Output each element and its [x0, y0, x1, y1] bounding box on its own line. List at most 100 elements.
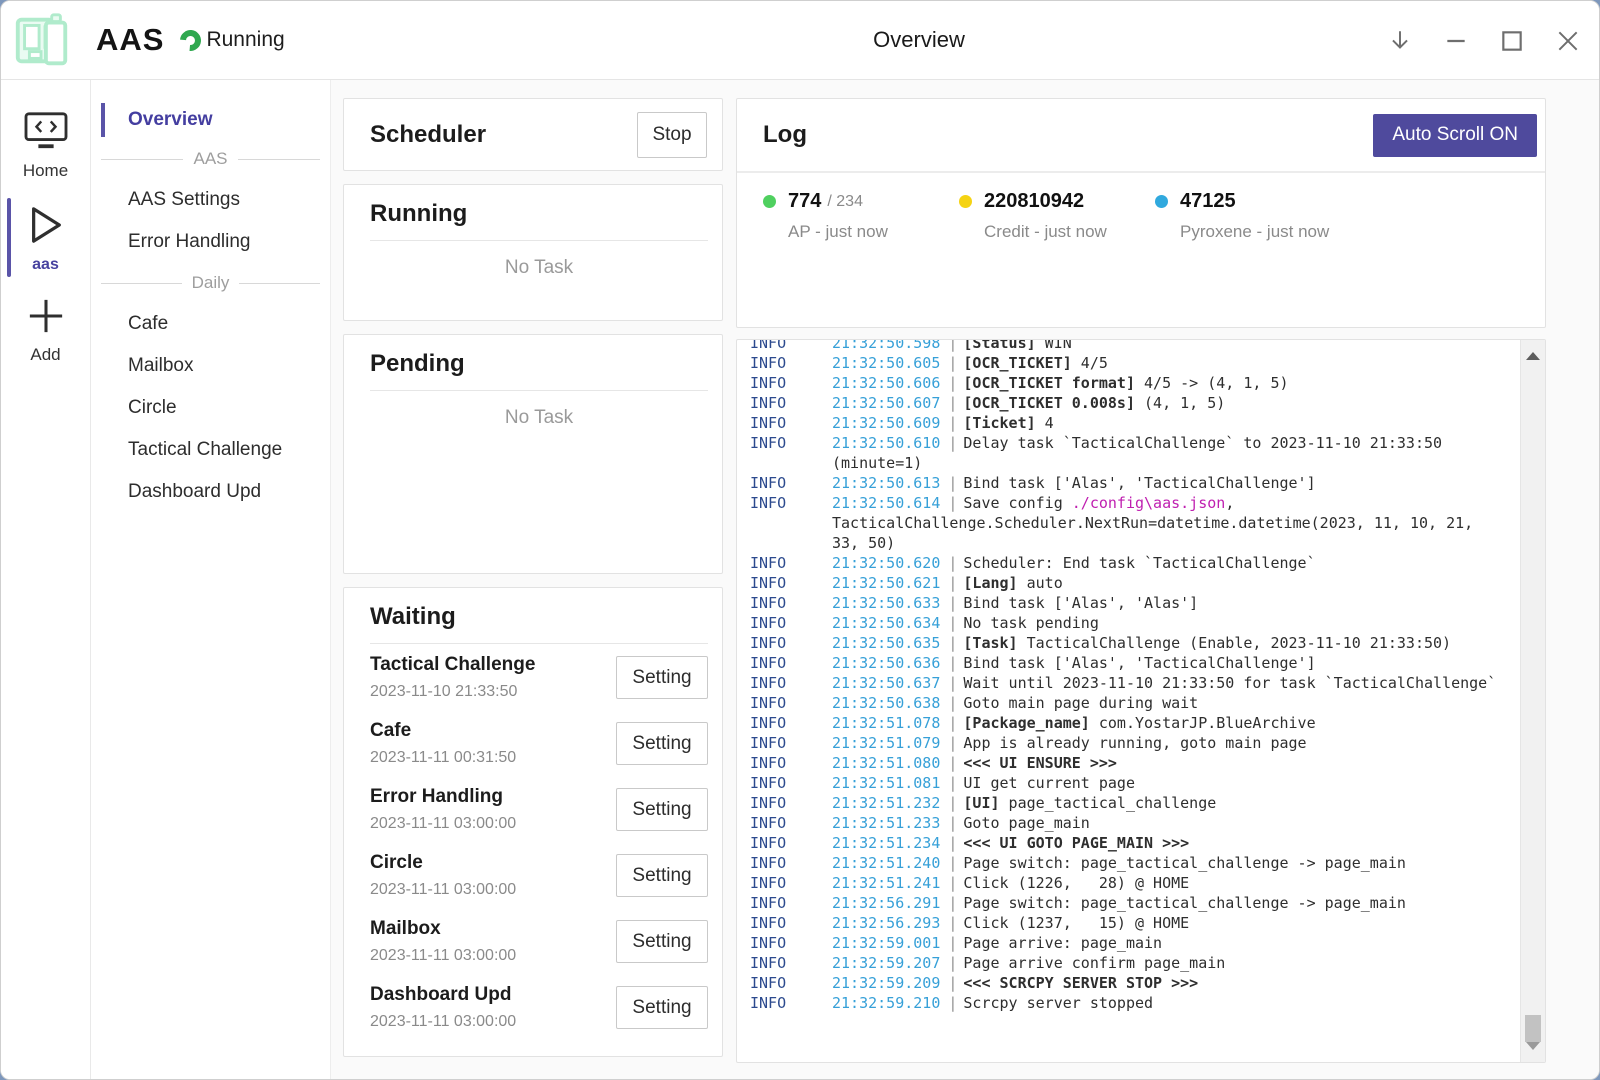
- rail-item-home[interactable]: Home: [1, 101, 90, 194]
- close-icon[interactable]: [1555, 28, 1581, 54]
- log-message-part: <<< SCRCPY SERVER STOP >>>: [963, 974, 1198, 992]
- log-line: INFO21:32:50.633|Bind task ['Alas', 'Ala…: [750, 593, 1508, 613]
- log-message-part: Goto page_main: [963, 814, 1089, 832]
- setting-button-circle[interactable]: Setting: [616, 854, 708, 897]
- log-message-part: page_tactical_challenge: [1000, 794, 1217, 812]
- log-separator: |: [948, 914, 957, 932]
- nav-item-error-handling[interactable]: Error Handling: [91, 221, 330, 263]
- log-timestamp: 21:32:59.209: [832, 974, 940, 992]
- log-line: INFO21:32:51.241|Click (1226, 28) @ HOME: [750, 873, 1508, 893]
- stat-top: 220810942: [959, 190, 1155, 213]
- setting-button-tactical-challenge[interactable]: Setting: [616, 656, 708, 699]
- log-message-part: ./config\aas.json: [1072, 494, 1226, 512]
- log-timestamp: 21:32:51.234: [832, 834, 940, 852]
- log-level: INFO: [750, 813, 786, 833]
- log-separator: |: [948, 834, 957, 852]
- log-line: INFO21:32:50.634|No task pending: [750, 613, 1508, 633]
- log-line: INFO21:32:50.635|[Task] TacticalChalleng…: [750, 633, 1508, 653]
- log-level: INFO: [750, 573, 786, 593]
- log-line: INFO21:32:51.080|<<< UI ENSURE >>>: [750, 753, 1508, 773]
- setting-button-mailbox[interactable]: Setting: [616, 920, 708, 963]
- app-logo-icon: [11, 9, 73, 71]
- log-header-card: Log Auto Scroll ON 774/ 234AP - just now…: [736, 98, 1546, 328]
- log-timestamp: 21:32:59.207: [832, 954, 940, 972]
- auto-scroll-button[interactable]: Auto Scroll ON: [1373, 114, 1537, 157]
- minimize-icon[interactable]: [1443, 28, 1469, 54]
- nav-item-tactical-challenge[interactable]: Tactical Challenge: [91, 429, 330, 471]
- maximize-icon[interactable]: [1499, 28, 1525, 54]
- window-controls: [1387, 1, 1581, 80]
- log-timestamp: 21:32:51.232: [832, 794, 940, 812]
- log-timestamp: 21:32:50.598: [832, 339, 940, 352]
- log-stats: 774/ 234AP - just now220810942Credit - j…: [737, 173, 1545, 242]
- log-message-part: TacticalChallenge (Enable, 2023-11-10 21…: [1018, 634, 1451, 652]
- log-timestamp: 21:32:50.633: [832, 594, 940, 612]
- nav-item-dashboard-upd[interactable]: Dashboard Upd: [91, 471, 330, 513]
- scrollbar-thumb[interactable]: [1525, 1015, 1541, 1042]
- log-line: INFO21:32:56.293|Click (1237, 15) @ HOME: [750, 913, 1508, 933]
- scroll-up-icon[interactable]: [1526, 352, 1540, 360]
- log-message-part: [Ticket]: [963, 414, 1035, 432]
- log-level: INFO: [750, 873, 786, 893]
- log-message-part: Page switch: page_tactical_challenge -> …: [963, 854, 1406, 872]
- log-timestamp: 21:32:50.637: [832, 674, 940, 692]
- stat-ap: 774/ 234AP - just now: [763, 190, 959, 242]
- setting-button-cafe[interactable]: Setting: [616, 722, 708, 765]
- log-separator: |: [948, 494, 957, 512]
- log-level: INFO: [750, 973, 786, 993]
- update-download-icon[interactable]: [1387, 28, 1413, 54]
- waiting-task-next-run: 2023-11-11 03:00:00: [370, 1013, 516, 1031]
- log-separator: |: [948, 894, 957, 912]
- waiting-task-next-run: 2023-11-10 21:33:50: [370, 683, 535, 701]
- log-separator: |: [948, 574, 957, 592]
- log-separator: |: [948, 814, 957, 832]
- log-timestamp: 21:32:50.635: [832, 634, 940, 652]
- stat-dot-icon: [763, 195, 776, 208]
- waiting-task-info: Dashboard Upd2023-11-11 03:00:00: [370, 984, 516, 1031]
- log-line: INFO21:32:50.598|[Status] WIN: [750, 339, 1508, 353]
- nav-item-overview[interactable]: Overview: [91, 101, 330, 139]
- setting-button-error-handling[interactable]: Setting: [616, 788, 708, 831]
- stat-pyroxene: 47125Pyroxene - just now: [1155, 190, 1351, 242]
- log-message-part: (4, 1, 5): [1135, 394, 1225, 412]
- titlebar: AAS Running Overview: [1, 1, 1599, 80]
- nav-item-cafe[interactable]: Cafe: [91, 303, 330, 345]
- log-message-part: No task pending: [963, 614, 1098, 632]
- setting-button-dashboard-upd[interactable]: Setting: [616, 986, 708, 1029]
- stat-label: AP - just now: [788, 222, 959, 242]
- running-card: Running No Task: [343, 184, 723, 321]
- page-title: Overview: [873, 27, 965, 53]
- log-message-part: auto: [1018, 574, 1063, 592]
- log-level: INFO: [750, 493, 786, 513]
- log-timestamp: 21:32:50.613: [832, 474, 940, 492]
- stop-button[interactable]: Stop: [637, 112, 707, 158]
- waiting-task-next-run: 2023-11-11 03:00:00: [370, 881, 516, 899]
- log-line: INFO21:32:51.078|[Package_name] com.Yost…: [750, 713, 1508, 733]
- log-timestamp: 21:32:59.001: [832, 934, 940, 952]
- code-monitor-icon: [23, 111, 69, 156]
- log-separator: |: [948, 434, 957, 452]
- nav-item-mailbox[interactable]: Mailbox: [91, 345, 330, 387]
- log-line: INFO21:32:56.291|Page switch: page_tacti…: [750, 893, 1508, 913]
- log-timestamp: 21:32:51.240: [832, 854, 940, 872]
- log-line: INFO21:32:50.621|[Lang] auto: [750, 573, 1508, 593]
- log-line: INFO21:32:50.605|[OCR_TICKET] 4/5: [750, 353, 1508, 373]
- stat-value: 220810942: [984, 190, 1084, 213]
- nav-item-aas-settings[interactable]: AAS Settings: [91, 179, 330, 221]
- log-timestamp: 21:32:50.609: [832, 414, 940, 432]
- app-window: AAS Running Overview: [0, 0, 1600, 1080]
- log-scrollbar[interactable]: [1520, 340, 1545, 1062]
- log-separator: |: [948, 654, 957, 672]
- log-line: INFO21:32:59.207|Page arrive confirm pag…: [750, 953, 1508, 973]
- log-message-part: com.YostarJP.BlueArchive: [1090, 714, 1316, 732]
- waiting-list: Tactical Challenge2023-11-10 21:33:50Set…: [370, 644, 708, 1040]
- rail-item-add[interactable]: Add: [1, 287, 90, 378]
- log-level: INFO: [750, 893, 786, 913]
- rail-item-aas[interactable]: aas: [1, 194, 90, 287]
- log-timestamp: 21:32:51.081: [832, 774, 940, 792]
- scroll-down-icon[interactable]: [1526, 1042, 1540, 1050]
- nav-item-circle[interactable]: Circle: [91, 387, 330, 429]
- waiting-task-info: Cafe2023-11-11 00:31:50: [370, 720, 516, 767]
- log-message-part: <<< UI GOTO PAGE_MAIN >>>: [963, 834, 1189, 852]
- log-message-part: Click (1237, 15) @ HOME: [963, 914, 1189, 932]
